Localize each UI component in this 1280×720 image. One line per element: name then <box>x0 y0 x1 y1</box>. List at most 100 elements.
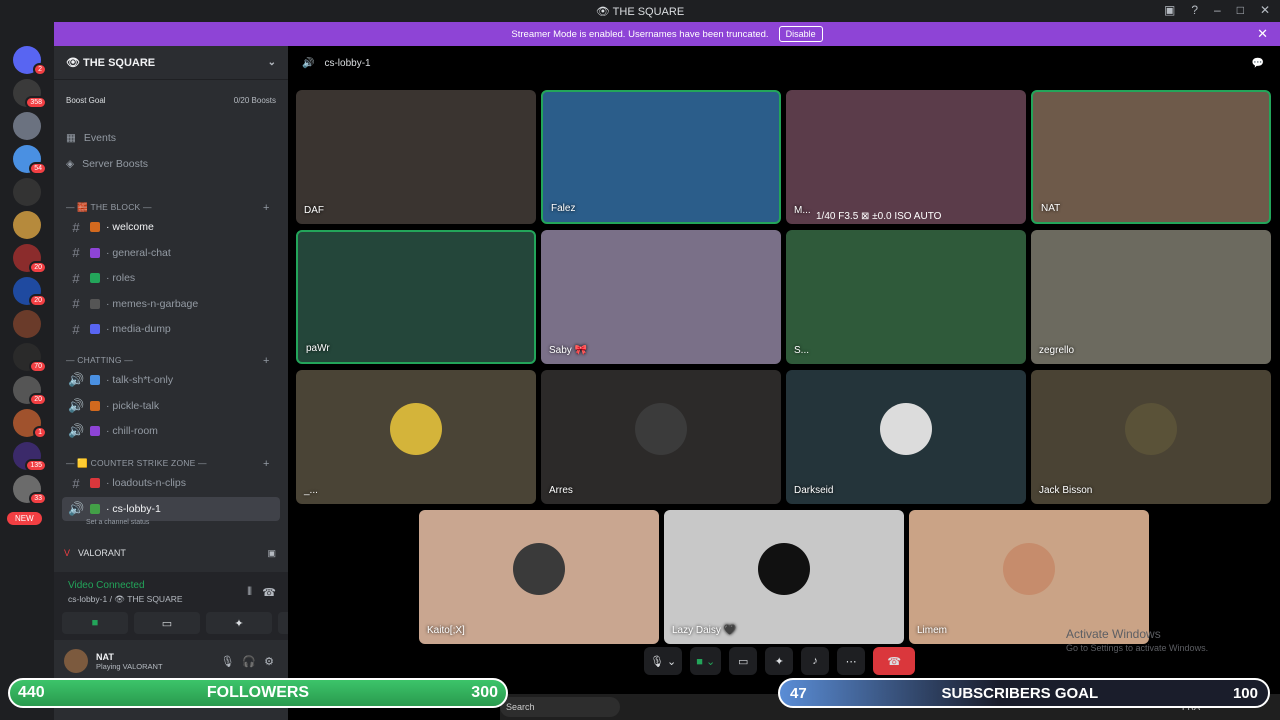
game-overlay-icon[interactable]: ▣ <box>267 548 276 559</box>
add-channel-icon[interactable]: + <box>263 202 270 214</box>
disconnect-icon[interactable]: ☎ <box>262 586 276 599</box>
video-tile[interactable]: Lazy Daisy 🖤 <box>664 510 904 644</box>
server-icon[interactable]: 1 <box>13 409 47 439</box>
voice-status[interactable]: Video Connected <box>68 580 145 591</box>
video-tile[interactable]: zegrello <box>1031 230 1271 364</box>
channel-chill-room[interactable]: 🔊 · chill-room <box>62 419 280 443</box>
microphone-icon[interactable]: 🎙 <box>220 655 234 668</box>
server-icon[interactable]: 20 <box>13 376 47 406</box>
server-boosts-link[interactable]: ◈ Server Boosts <box>66 158 148 170</box>
channel-pickle-talk[interactable]: 🔊 · pickle-talk <box>62 394 280 418</box>
server-icon[interactable] <box>13 211 41 239</box>
activate-windows-title: Activate Windows <box>1066 627 1161 641</box>
channel-emoji-icon <box>90 400 100 411</box>
video-tile[interactable]: S... <box>786 230 1026 364</box>
events-label: Events <box>83 132 117 144</box>
mention-badge: 135 <box>25 459 47 472</box>
video-tile[interactable]: _... <box>296 370 536 504</box>
video-tile[interactable]: Limem <box>909 510 1149 644</box>
server-icon[interactable]: 33 <box>13 475 47 505</box>
avatar <box>758 543 810 595</box>
video-tile[interactable]: Arres <box>541 370 781 504</box>
server-icon[interactable] <box>13 310 41 338</box>
channel-label: · media-dump <box>106 323 171 335</box>
screen-share-icon[interactable]: ▭ <box>134 612 200 634</box>
activity-button[interactable]: ✦ <box>765 647 794 675</box>
server-icon[interactable] <box>13 178 41 206</box>
channel-name: cs-lobby-1 <box>324 57 371 69</box>
avatar[interactable] <box>64 649 88 673</box>
category-the-block[interactable]: — 🧱 THE BLOCK — + <box>66 202 269 214</box>
leave-call-button[interactable]: ☎ <box>873 647 916 675</box>
server-icon[interactable]: 358 <box>13 79 47 109</box>
boost-icon: ◈ <box>66 158 75 170</box>
set-channel-status[interactable]: Set a channel status <box>86 519 149 526</box>
channel-memes-n-garbage[interactable]: # · memes-n-garbage <box>62 292 280 316</box>
screen-share-button[interactable]: ▭ <box>729 647 758 675</box>
video-tile[interactable]: paWr <box>296 230 536 364</box>
minimize-icon[interactable]: – <box>1214 3 1221 17</box>
participant-name: DAF <box>304 205 324 216</box>
subscribers-current: 47 <box>790 684 807 702</box>
add-channel-icon[interactable]: + <box>263 355 270 367</box>
window-title: 👁 THE SQUARE <box>595 5 685 18</box>
video-tile[interactable]: M... <box>786 90 1026 224</box>
channel-general-chat[interactable]: # · general-chat <box>62 241 280 265</box>
server-icon[interactable]: 2 <box>13 46 47 76</box>
soundboard-button[interactable]: ♪ <box>801 647 830 675</box>
add-channel-icon[interactable]: + <box>263 458 270 470</box>
more-options-button[interactable]: ⋯ <box>837 647 866 675</box>
hashtag-icon: # <box>72 219 80 235</box>
events-link[interactable]: ▦ Events <box>66 132 116 144</box>
server-icon[interactable]: 20 <box>13 277 47 307</box>
channel-cs-lobby-1[interactable]: 🔊 · cs-lobby-1 <box>62 496 280 521</box>
video-tile[interactable]: DAF <box>296 90 536 224</box>
video-tile[interactable]: Darkseid <box>786 370 1026 504</box>
channel-roles[interactable]: # · roles <box>62 266 280 290</box>
help-icon[interactable]: ? <box>1191 3 1198 17</box>
channel-emoji-icon <box>90 222 100 232</box>
close-icon[interactable]: ✕ <box>1260 3 1270 17</box>
maximize-icon[interactable]: □ <box>1237 3 1244 17</box>
hashtag-icon: # <box>72 475 80 491</box>
server-icon[interactable]: 70 <box>13 343 47 373</box>
server-icon[interactable] <box>13 112 41 140</box>
server-icon[interactable]: 135 <box>13 442 47 472</box>
video-tile[interactable]: Saby 🎀 <box>541 230 781 364</box>
video-tile[interactable]: Jack Bisson <box>1031 370 1271 504</box>
inbox-icon[interactable]: ▣ <box>1164 3 1175 17</box>
chat-bubble-icon[interactable]: 💬 <box>1252 58 1264 69</box>
channel-talk-sh-t-only[interactable]: 🔊 · talk-sh*t-only <box>62 368 280 392</box>
taskbar-search[interactable]: Search <box>500 697 620 717</box>
channel-label: · cs-lobby-1 <box>106 502 161 515</box>
category-chatting[interactable]: — CHATTING — + <box>66 355 269 367</box>
mention-badge: 20 <box>29 261 47 274</box>
close-banner-icon[interactable]: ✕ <box>1257 26 1268 42</box>
channel-loadouts-n-clips[interactable]: # · loadouts-n-clips <box>62 471 280 495</box>
voice-location[interactable]: cs-lobby-1 / 👁 THE SQUARE <box>68 594 183 605</box>
boost-goal[interactable]: Boost Goal 0/20 Boosts <box>60 88 282 112</box>
server-header[interactable]: 👁 THE SQUARE ⌄ <box>54 46 288 80</box>
channel-label: · general-chat <box>106 246 171 259</box>
speaker-icon: 🔊 <box>68 397 85 413</box>
camera-toggle[interactable]: ■ ⌄ <box>690 647 722 675</box>
channel-emoji-icon <box>90 247 100 258</box>
server-icon[interactable]: 20 <box>13 244 47 274</box>
video-tile[interactable]: Kaito[;X] <box>419 510 659 644</box>
boost-count: 0/20 Boosts <box>233 95 276 105</box>
settings-gear-icon[interactable]: ⚙ <box>264 655 274 668</box>
video-tile[interactable]: NAT <box>1031 90 1271 224</box>
noise-suppression-icon[interactable]: ⦀ <box>247 586 252 599</box>
microphone-toggle[interactable]: 🎙 ⌄ <box>644 647 683 675</box>
channel-media-dump[interactable]: # · media-dump <box>62 317 280 341</box>
headphones-icon[interactable]: 🎧 <box>242 655 256 668</box>
disable-button[interactable]: Disable <box>778 26 823 42</box>
new-badge[interactable]: NEW <box>7 512 42 525</box>
video-tile[interactable]: Falez <box>541 90 781 224</box>
activity-icon[interactable]: ✦ <box>206 612 272 634</box>
category-counter-strike[interactable]: — 🟨 COUNTER STRIKE ZONE — + <box>66 458 269 470</box>
speaker-icon: 🔊 <box>68 423 85 438</box>
video-icon[interactable]: ■ <box>62 612 128 634</box>
channel-welcome[interactable]: # · welcome <box>62 215 280 239</box>
server-icon[interactable]: 54 <box>13 145 47 175</box>
